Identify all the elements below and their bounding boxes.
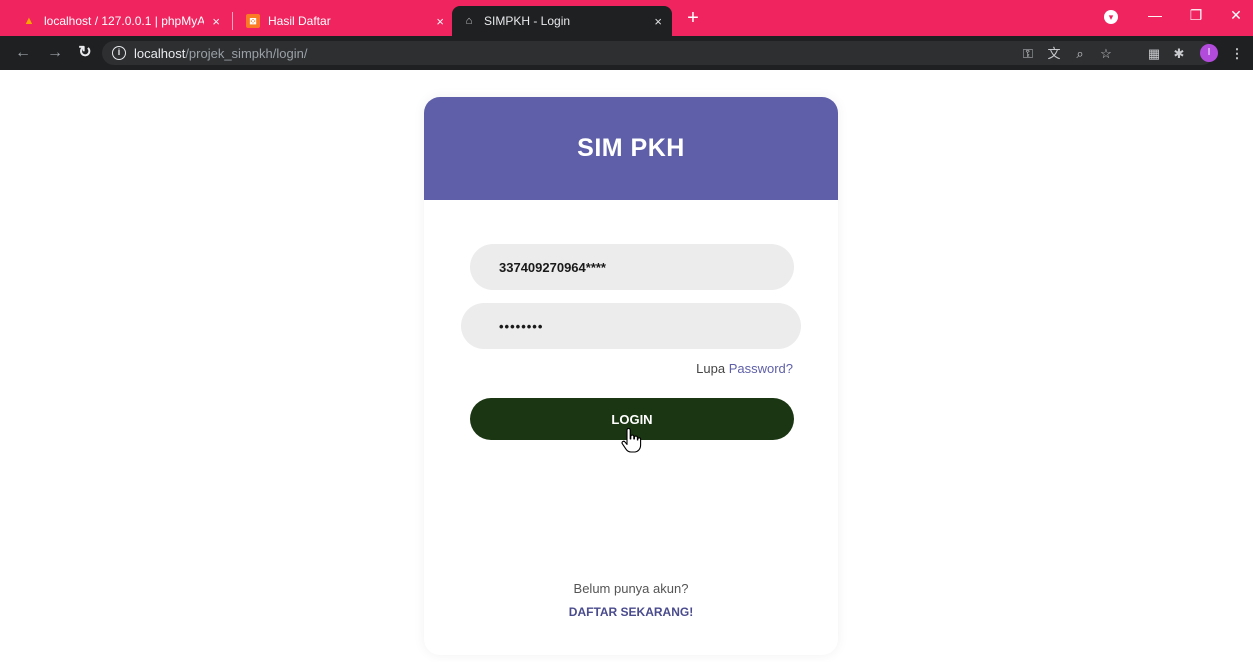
house-icon: ⌂	[465, 15, 473, 27]
puzzle-icon[interactable]: ✱	[1170, 45, 1188, 63]
forgot-password-link[interactable]: Lupa Password?	[696, 361, 793, 376]
tab-title: localhost / 127.0.0.1 | phpMyAdm	[44, 14, 205, 28]
username-field[interactable]	[470, 244, 794, 290]
browser-toolbar: ← → ↻ i localhost/projek_simpkh/login/ ⚿…	[0, 36, 1253, 70]
xampp-icon: ⊠	[246, 14, 260, 28]
new-tab-button[interactable]: +	[680, 6, 706, 32]
tab-title: SIMPKH - Login	[484, 14, 571, 28]
tab-separator	[232, 12, 233, 30]
menu-kebab-icon[interactable]: ⋮	[1228, 45, 1246, 63]
site-info-icon[interactable]: i	[112, 46, 126, 60]
forgot-password-label: Password?	[728, 361, 793, 376]
reload-icon[interactable]: ↻	[74, 42, 96, 64]
tab-close-icon[interactable]: ×	[654, 14, 662, 29]
login-card: SIM PKH Lupa Password? LOGIN Belum punya…	[424, 97, 838, 655]
profile-avatar[interactable]: I	[1200, 44, 1218, 62]
tab-title: Hasil Daftar	[268, 14, 331, 28]
back-arrow-icon[interactable]: ←	[12, 42, 34, 64]
url-path: /projek_simpkh/login/	[185, 45, 308, 61]
tab-phpmyadmin[interactable]: ▲ localhost / 127.0.0.1 | phpMyAdm ×	[12, 6, 230, 36]
register-link[interactable]: DAFTAR SEKARANG!	[424, 605, 838, 619]
password-field[interactable]	[461, 303, 801, 349]
minimize-button[interactable]: —	[1139, 4, 1171, 30]
zoom-icon[interactable]: ⌕	[1071, 45, 1089, 63]
tab-hasil-daftar[interactable]: ⊠ Hasil Daftar ×	[236, 6, 454, 36]
close-window-button[interactable]: ✕	[1220, 4, 1252, 30]
bookmark-star-icon[interactable]: ☆	[1097, 45, 1115, 63]
phpmyadmin-icon: ▲	[23, 15, 35, 27]
forgot-prefix: Lupa	[696, 361, 726, 376]
no-account-text: Belum punya akun?	[573, 581, 689, 596]
tab-search-icon[interactable]: ▾	[1104, 10, 1118, 24]
tab-close-icon[interactable]: ×	[212, 14, 220, 29]
app-title: SIM PKH	[577, 134, 685, 162]
browser-tab-strip: ▲ localhost / 127.0.0.1 | phpMyAdm × ⊠ H…	[0, 0, 1253, 36]
login-header: SIM PKH	[424, 97, 838, 200]
forward-arrow-icon[interactable]: →	[44, 42, 66, 64]
tab-close-icon[interactable]: ×	[436, 14, 444, 29]
url-host: localhost	[134, 45, 186, 61]
tab-simpkh-login[interactable]: ⌂ SIMPKH - Login ×	[452, 6, 672, 36]
translate-icon[interactable]: 文	[1045, 45, 1063, 63]
key-icon[interactable]: ⚿	[1019, 45, 1037, 63]
extension-icon[interactable]: ▦	[1145, 45, 1163, 63]
restore-button[interactable]: ❐	[1180, 4, 1212, 30]
hand-pointer-cursor-icon	[621, 428, 642, 453]
